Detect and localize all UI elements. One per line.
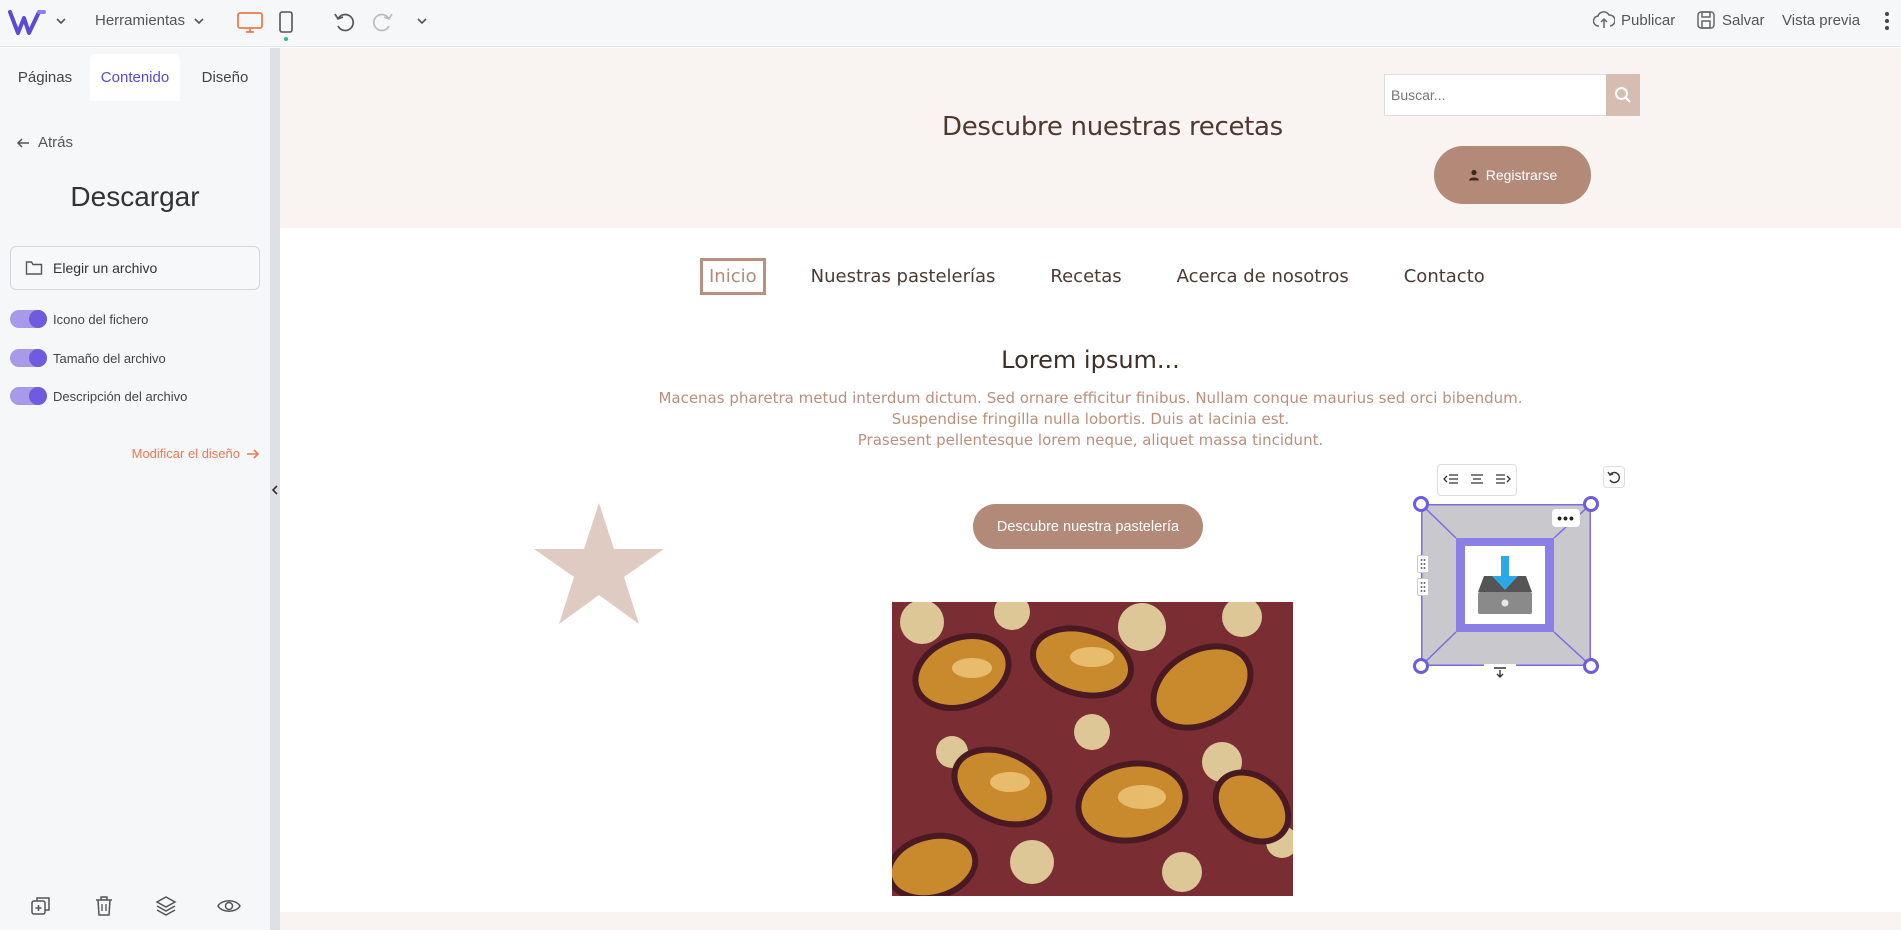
resize-handle-top-right[interactable] <box>1583 496 1599 512</box>
more-vertical-icon[interactable] <box>1884 10 1890 32</box>
toggle-label: Icono del fichero <box>53 311 149 327</box>
site-nav: Inicio Nuestras pastelerías Recetas Acer… <box>700 258 1485 295</box>
toggle-switch[interactable] <box>10 349 47 367</box>
publish-label: Publicar <box>1621 11 1676 29</box>
register-button[interactable]: Registrarse <box>1434 146 1591 204</box>
chevron-down-icon <box>417 18 427 25</box>
arrow-right-icon <box>247 448 260 459</box>
section-text-line: Prasesent pellentesque lorem neque, aliq… <box>857 431 1324 449</box>
tab-pages[interactable]: Páginas <box>0 54 90 101</box>
choose-file-button[interactable]: Elegir un archivo <box>10 246 260 290</box>
rotate-icon[interactable] <box>1603 466 1625 488</box>
download-tray-icon <box>1478 556 1532 614</box>
hero-section[interactable]: Descubre nuestras recetas Registrarse <box>280 48 1901 228</box>
back-label: Atrás <box>38 134 74 151</box>
folder-icon <box>25 261 43 275</box>
toggle-switch[interactable] <box>10 387 47 405</box>
download-icon-frame[interactable] <box>1456 538 1554 632</box>
plum-tart-image[interactable] <box>892 602 1293 896</box>
insert-below-icon[interactable] <box>1484 664 1516 680</box>
toggle-file-icon[interactable]: Icono del fichero <box>10 310 148 328</box>
toggle-label: Tamaño del archivo <box>53 350 166 366</box>
layers-icon[interactable] <box>154 894 178 918</box>
discover-pastry-button[interactable]: Descubre nuestra pastelería <box>973 504 1203 549</box>
save-icon <box>1697 11 1715 29</box>
back-link[interactable]: Atrás <box>16 134 73 151</box>
nav-item-recetas[interactable]: Recetas <box>1050 266 1121 287</box>
redo-icon <box>373 13 393 32</box>
mobile-view-button[interactable] <box>278 10 294 42</box>
align-right-icon[interactable] <box>1495 473 1511 488</box>
save-label: Salvar <box>1722 11 1765 29</box>
nav-item-inicio[interactable]: Inicio <box>700 258 766 295</box>
section-title[interactable]: Lorem ipsum... <box>280 346 1901 374</box>
nav-item-pastelerias[interactable]: Nuestras pastelerías <box>811 266 996 287</box>
toggle-file-size[interactable]: Tamaño del archivo <box>10 349 166 367</box>
save-button[interactable]: Salvar <box>1696 10 1765 30</box>
toggle-label: Descripción del archivo <box>53 388 188 404</box>
undo-icon <box>334 13 354 32</box>
trash-icon[interactable] <box>92 894 116 918</box>
alignment-toolbar <box>1437 464 1517 496</box>
star-shape[interactable] <box>534 503 664 627</box>
align-center-icon[interactable] <box>1469 473 1485 488</box>
register-label: Registrarse <box>1485 167 1558 183</box>
section-text-line: Suspendise fringilla nulla lobortis. Dui… <box>891 410 1290 428</box>
modify-design-label: Modificar el diseño <box>131 446 240 461</box>
tab-content[interactable]: Contenido <box>90 54 180 101</box>
app-logo[interactable] <box>8 6 48 38</box>
site-search[interactable] <box>1384 74 1640 116</box>
duplicate-icon[interactable] <box>29 894 53 918</box>
history-menu-button[interactable] <box>416 15 428 27</box>
search-icon <box>1615 87 1631 103</box>
footer-band <box>280 912 1901 930</box>
logo-menu-chevron-icon[interactable] <box>55 15 67 27</box>
section-text-line: Macenas pharetra metud interdum dictum. … <box>658 389 1523 407</box>
more-options-icon[interactable]: ••• <box>1552 509 1580 527</box>
panel-tabs: Páginas Contenido Diseño <box>0 54 270 101</box>
drag-grip-icon[interactable] <box>1417 555 1429 573</box>
search-button[interactable] <box>1606 74 1640 116</box>
toggle-file-description[interactable]: Descripción del archivo <box>10 387 187 405</box>
section-text[interactable]: Macenas pharetra metud interdum dictum. … <box>280 388 1901 451</box>
search-input[interactable] <box>1384 74 1606 116</box>
panel-title: Descargar <box>70 181 200 212</box>
nav-item-contacto[interactable]: Contacto <box>1404 266 1485 287</box>
top-toolbar: Herramientas Publicar Salvar Vista previ… <box>0 0 1901 47</box>
tab-design[interactable]: Diseño <box>180 54 270 101</box>
nav-item-acerca[interactable]: Acerca de nosotros <box>1177 266 1349 287</box>
align-left-icon[interactable] <box>1443 473 1459 488</box>
resize-handle-bottom-right[interactable] <box>1583 658 1599 674</box>
hero-title[interactable]: Descubre nuestras recetas <box>942 112 1283 142</box>
panel-bottom-actions <box>0 894 270 918</box>
modify-design-link[interactable]: Modificar el diseño <box>132 446 260 461</box>
resize-handle-bottom-left[interactable] <box>1413 658 1429 674</box>
mobile-icon <box>279 11 293 41</box>
download-icon-background <box>1465 546 1545 624</box>
arrow-left-icon <box>16 137 29 148</box>
redo-button[interactable] <box>371 10 395 34</box>
resize-handle-top-left[interactable] <box>1413 496 1429 512</box>
choose-file-label: Elegir un archivo <box>53 260 158 276</box>
drag-grip-icon[interactable] <box>1417 578 1429 596</box>
cloud-upload-icon <box>1593 11 1615 28</box>
user-icon <box>1468 169 1479 181</box>
toggle-switch[interactable] <box>10 310 47 328</box>
preview-label: Vista previa <box>1782 12 1861 29</box>
tools-menu[interactable]: Herramientas <box>95 12 205 29</box>
undo-button[interactable] <box>332 10 356 34</box>
collapse-panel-chevron-icon[interactable] <box>270 482 280 498</box>
eye-icon[interactable] <box>216 894 241 918</box>
desktop-view-button[interactable] <box>236 10 264 34</box>
tools-menu-label: Herramientas <box>95 12 186 29</box>
desktop-icon <box>237 12 263 33</box>
publish-button[interactable]: Publicar <box>1593 10 1675 30</box>
editor-canvas: Descubre nuestras recetas Registrarse In… <box>280 48 1901 930</box>
chevron-down-icon <box>194 17 204 24</box>
left-panel: Páginas Contenido Diseño Atrás Descargar… <box>0 48 270 930</box>
preview-button[interactable]: Vista previa <box>1782 12 1860 29</box>
